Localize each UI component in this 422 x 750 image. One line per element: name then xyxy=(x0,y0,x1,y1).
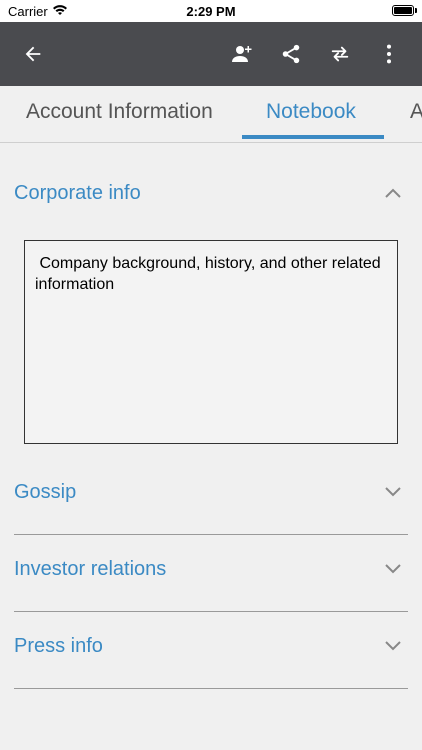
share-button[interactable] xyxy=(275,38,307,70)
active-tab-indicator xyxy=(242,135,384,139)
add-contact-button[interactable] xyxy=(226,38,258,70)
app-toolbar xyxy=(0,22,422,86)
chevron-down-icon xyxy=(384,562,402,580)
corporate-info-textarea[interactable]: Company background, history, and other r… xyxy=(24,240,398,444)
share-icon xyxy=(282,44,300,64)
section-header-gossip[interactable]: Gossip xyxy=(14,473,408,513)
more-options-button[interactable] xyxy=(373,38,405,70)
battery-cap xyxy=(415,8,417,13)
arrow-left-icon xyxy=(25,46,41,62)
more-vertical-icon xyxy=(386,44,392,64)
status-bar: Carrier 2:29 PM xyxy=(0,0,422,22)
divider xyxy=(14,611,408,612)
section-title: Gossip xyxy=(14,481,77,503)
swap-arrows-icon xyxy=(331,46,349,62)
section-title: Investor relations xyxy=(14,558,167,580)
divider xyxy=(14,688,408,689)
person-add-icon xyxy=(232,46,252,62)
section-header-investor-relations[interactable]: Investor relations xyxy=(14,550,408,590)
section-header-press-info[interactable]: Press info xyxy=(14,627,408,667)
clock: 2:29 PM xyxy=(186,4,236,19)
chevron-up-icon xyxy=(384,186,402,204)
back-button[interactable] xyxy=(17,38,49,70)
chevron-down-icon xyxy=(384,639,402,657)
section-title: Press info xyxy=(14,635,103,657)
tab-notebook[interactable]: Notebook xyxy=(266,100,356,124)
tab-bar: Account Information Notebook A xyxy=(0,86,422,143)
divider xyxy=(14,534,408,535)
section-title: Corporate info xyxy=(14,182,141,204)
battery-icon xyxy=(392,5,414,16)
chevron-down-icon xyxy=(384,485,402,503)
tab-account-information[interactable]: Account Information xyxy=(26,100,213,124)
tab-partial[interactable]: A xyxy=(410,100,422,124)
section-header-corporate-info[interactable]: Corporate info xyxy=(14,174,408,214)
swap-button[interactable] xyxy=(324,38,356,70)
